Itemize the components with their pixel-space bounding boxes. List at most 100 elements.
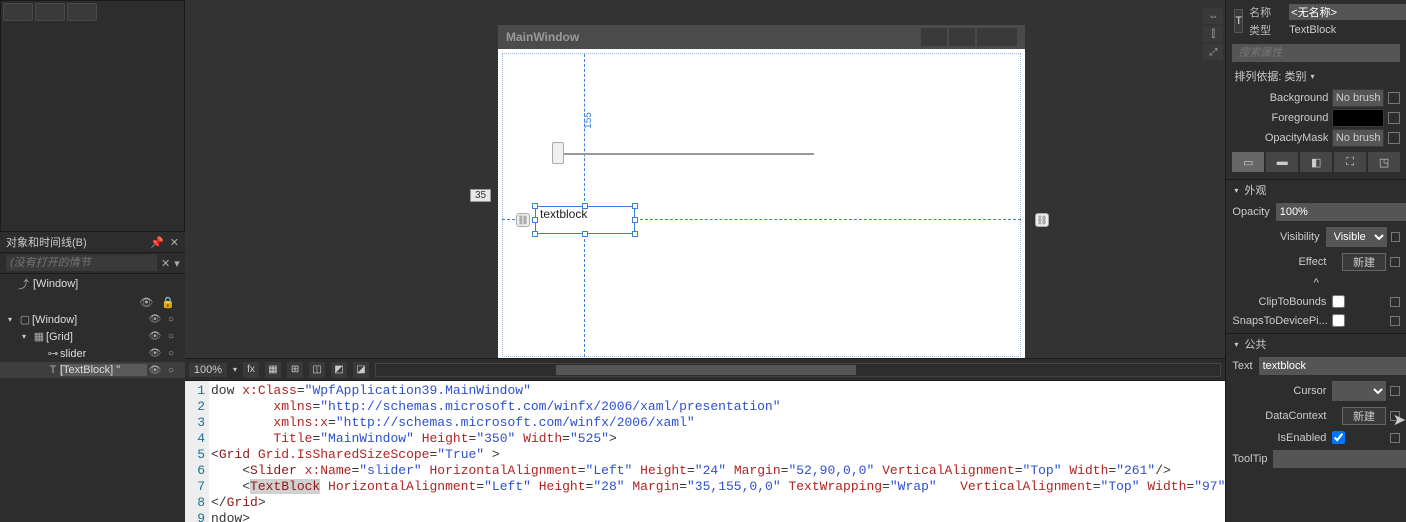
binding-marker-icon[interactable] — [1391, 232, 1400, 242]
tool-button-1[interactable] — [3, 3, 33, 21]
resize-handle[interactable] — [532, 203, 538, 209]
xaml-editor[interactable]: 123456789 dow x:Class="WpfApplication39.… — [185, 380, 1225, 522]
brush-tab-gradient[interactable]: ◧ — [1300, 152, 1332, 172]
tooltip-input[interactable] — [1273, 450, 1406, 468]
background-brush-row[interactable]: Background No brush — [1232, 89, 1400, 107]
resize-handle[interactable] — [582, 203, 588, 209]
maximize-button[interactable] — [949, 28, 975, 46]
storyboard-field[interactable] — [6, 255, 157, 271]
binding-marker-icon[interactable] — [1388, 132, 1400, 144]
misc-toggle-1[interactable]: ◫ — [309, 362, 325, 378]
slider-control[interactable] — [553, 142, 814, 166]
timeline-root-row[interactable]: ⤴ [Window] — [0, 274, 185, 294]
lock-dot-icon[interactable]: ○ — [163, 331, 179, 342]
tree-grid-row[interactable]: ▾ ▦ [Grid] 👁 ○ — [0, 328, 185, 345]
cursor-select[interactable] — [1332, 381, 1386, 401]
chevron-down-icon[interactable]: ▾ — [174, 257, 180, 270]
misc-toggle-3[interactable]: ◪ — [353, 362, 369, 378]
minimize-button[interactable] — [921, 28, 947, 46]
opacity-input[interactable] — [1276, 203, 1406, 221]
clear-icon[interactable]: ✕ — [161, 257, 170, 270]
resize-handle[interactable] — [632, 203, 638, 209]
brush-tab-tile[interactable]: ⛶ — [1334, 152, 1366, 172]
sort-by-row[interactable]: 排列依据: 类别 ▾ — [1226, 64, 1406, 88]
guide-v-left2 — [584, 234, 585, 357]
eye-icon[interactable]: 👁 — [147, 314, 163, 325]
cursor-label: Cursor — [1232, 385, 1332, 397]
margin-y-label: 155 — [583, 112, 594, 129]
cliptobounds-checkbox[interactable] — [1332, 295, 1345, 308]
effect-new-button[interactable]: 新建 — [1342, 253, 1386, 271]
tool-button-3[interactable] — [67, 3, 97, 21]
pin-icon[interactable]: 📌 — [150, 236, 164, 249]
brush-tab-resource[interactable]: ◳ — [1368, 152, 1400, 172]
text-input[interactable] — [1259, 357, 1406, 375]
binding-marker-icon[interactable] — [1390, 386, 1400, 396]
split-vertical-icon[interactable]: ⫿ — [1203, 26, 1223, 42]
tree-window-row[interactable]: ▾ ▢ [Window] 👁 ○ — [0, 311, 185, 328]
collapse-up-icon[interactable]: ^ — [1232, 277, 1400, 289]
binding-marker-icon[interactable] — [1390, 257, 1400, 267]
eye-icon[interactable]: 👁 — [147, 365, 163, 376]
grid-toggle-icon[interactable]: ▦ — [265, 362, 281, 378]
fx-button[interactable]: fx — [243, 362, 259, 378]
tree-slider-row[interactable]: ⊶ slider 👁 ○ — [0, 345, 185, 362]
slider-thumb[interactable] — [552, 142, 564, 164]
design-surface[interactable]: ⇔ ⫿ ⤢ 35 MainWindow — [185, 0, 1225, 358]
opacitymask-value[interactable]: No brush — [1332, 129, 1384, 147]
binding-marker-icon[interactable] — [1390, 297, 1400, 307]
collapse-pane-icon[interactable]: ⤢ — [1203, 44, 1223, 60]
category-appearance[interactable]: ▾外观 — [1226, 179, 1406, 200]
tooltip-label: ToolTip — [1232, 453, 1273, 465]
snap-toggle-icon[interactable]: ⊞ — [287, 362, 303, 378]
guide-h-right — [635, 219, 1021, 220]
resize-handle[interactable] — [582, 231, 588, 237]
textblock-icon: T — [46, 364, 60, 376]
lock-dot-icon[interactable]: ○ — [163, 348, 179, 359]
link-right-icon[interactable]: ⛓ — [1035, 213, 1049, 227]
opacitymask-brush-row[interactable]: OpacityMask No brush — [1232, 129, 1400, 147]
foreground-value[interactable] — [1332, 109, 1384, 127]
eye-icon[interactable]: 👁 — [147, 331, 163, 342]
cliptobounds-label: ClipToBounds — [1232, 296, 1332, 308]
textblock-selected[interactable]: textblock — [535, 206, 635, 234]
link-left-icon[interactable]: ⛓ — [516, 213, 530, 227]
foreground-brush-row[interactable]: Foreground — [1232, 109, 1400, 127]
eye-icon[interactable]: 👁 — [147, 348, 163, 359]
background-value[interactable]: No brush — [1332, 89, 1384, 107]
chevron-down-icon: ▾ — [1311, 72, 1315, 81]
snapstodevice-checkbox[interactable] — [1332, 314, 1345, 327]
brush-tab-nobrush[interactable]: ▭ — [1232, 152, 1264, 172]
category-public[interactable]: ▾公共 — [1226, 333, 1406, 354]
resize-handle[interactable] — [632, 231, 638, 237]
visibility-select[interactable]: Visible — [1326, 227, 1387, 247]
property-search-input[interactable] — [1232, 44, 1400, 62]
binding-marker-icon[interactable] — [1388, 92, 1400, 104]
binding-marker-icon[interactable] — [1388, 112, 1400, 124]
tool-button-2[interactable] — [35, 3, 65, 21]
code-gutter: 123456789 — [185, 381, 209, 522]
split-horizontal-icon[interactable]: ⇔ — [1203, 8, 1223, 24]
isenabled-checkbox[interactable] — [1332, 431, 1345, 444]
code-body[interactable]: dow x:Class="WpfApplication39.MainWindow… — [209, 381, 1225, 522]
binding-marker-icon[interactable] — [1390, 316, 1400, 326]
binding-marker-icon[interactable] — [1390, 433, 1400, 443]
resize-handle[interactable] — [632, 217, 638, 223]
misc-toggle-2[interactable]: ◩ — [331, 362, 347, 378]
window-icon: ▢ — [18, 313, 32, 326]
close-button[interactable] — [977, 28, 1017, 46]
binding-marker-icon[interactable] — [1390, 411, 1400, 421]
zoom-level[interactable]: 100% — [189, 363, 227, 377]
lock-dot-icon[interactable]: ○ — [163, 365, 179, 376]
lock-icon: 🔒 — [161, 296, 175, 309]
resize-handle[interactable] — [532, 217, 538, 223]
horizontal-scrollbar[interactable] — [375, 363, 1221, 377]
resize-handle[interactable] — [532, 231, 538, 237]
close-icon[interactable]: ✕ — [170, 236, 179, 249]
name-input[interactable] — [1289, 4, 1406, 20]
lock-dot-icon[interactable]: ○ — [163, 314, 179, 325]
opacity-label: Opacity — [1232, 206, 1275, 218]
datacontext-new-button[interactable]: 新建 — [1342, 407, 1386, 425]
tree-textblock-row[interactable]: T [TextBlock] " 👁 ○ — [0, 362, 185, 378]
brush-tab-solid[interactable]: ▬ — [1266, 152, 1298, 172]
